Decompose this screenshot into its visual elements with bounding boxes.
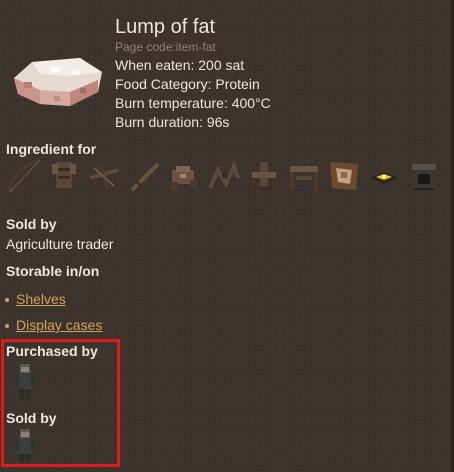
- stat-when-eaten: When eaten: 200 sat: [115, 57, 245, 73]
- storable-item-display-cases: Display cases: [5, 317, 102, 333]
- item-title: Lump of fat: [115, 16, 216, 38]
- stat-food-category: Food Category: Protein: [115, 76, 260, 92]
- trader-icon[interactable]: [14, 364, 36, 400]
- sold-by-value: Agriculture trader: [6, 236, 114, 252]
- crossbow-icon[interactable]: [86, 158, 122, 194]
- storable-heading: Storable in/on: [6, 263, 100, 279]
- bench-icon[interactable]: [286, 158, 322, 194]
- sword-icon[interactable]: [126, 158, 162, 194]
- leather-armor-icon[interactable]: [46, 158, 82, 194]
- bow-icon[interactable]: [6, 158, 42, 194]
- stat-burn-duration: Burn duration: 96s: [115, 114, 230, 130]
- armor-stand-icon[interactable]: [246, 158, 282, 194]
- item-info-panel: Lump of fat Page code:item-fat When eate…: [0, 0, 454, 472]
- ingredient-list: [6, 158, 446, 198]
- trader-icon[interactable]: [14, 429, 36, 465]
- lamp-icon[interactable]: [366, 158, 402, 194]
- purchased-by-heading: Purchased by: [6, 343, 98, 359]
- bullet-dot: [5, 324, 9, 329]
- harness-icon[interactable]: [206, 158, 242, 194]
- shelves-link[interactable]: Shelves: [16, 291, 66, 307]
- display-cases-link[interactable]: Display cases: [16, 317, 102, 333]
- ingredient-for-heading: Ingredient for: [6, 141, 97, 157]
- trophy-icon[interactable]: [326, 158, 362, 194]
- lump-of-fat-icon: [14, 58, 102, 106]
- storable-item-shelves: Shelves: [5, 291, 66, 307]
- furnace-icon[interactable]: [406, 158, 442, 194]
- bullet-dot: [5, 298, 9, 303]
- saddle-icon[interactable]: [166, 158, 202, 194]
- stat-burn-temperature: Burn temperature: 400°C: [115, 95, 271, 111]
- sold-by-heading: Sold by: [6, 216, 57, 232]
- sold-by-heading-2: Sold by: [6, 410, 57, 426]
- page-code: Page code:item-fat: [115, 40, 216, 54]
